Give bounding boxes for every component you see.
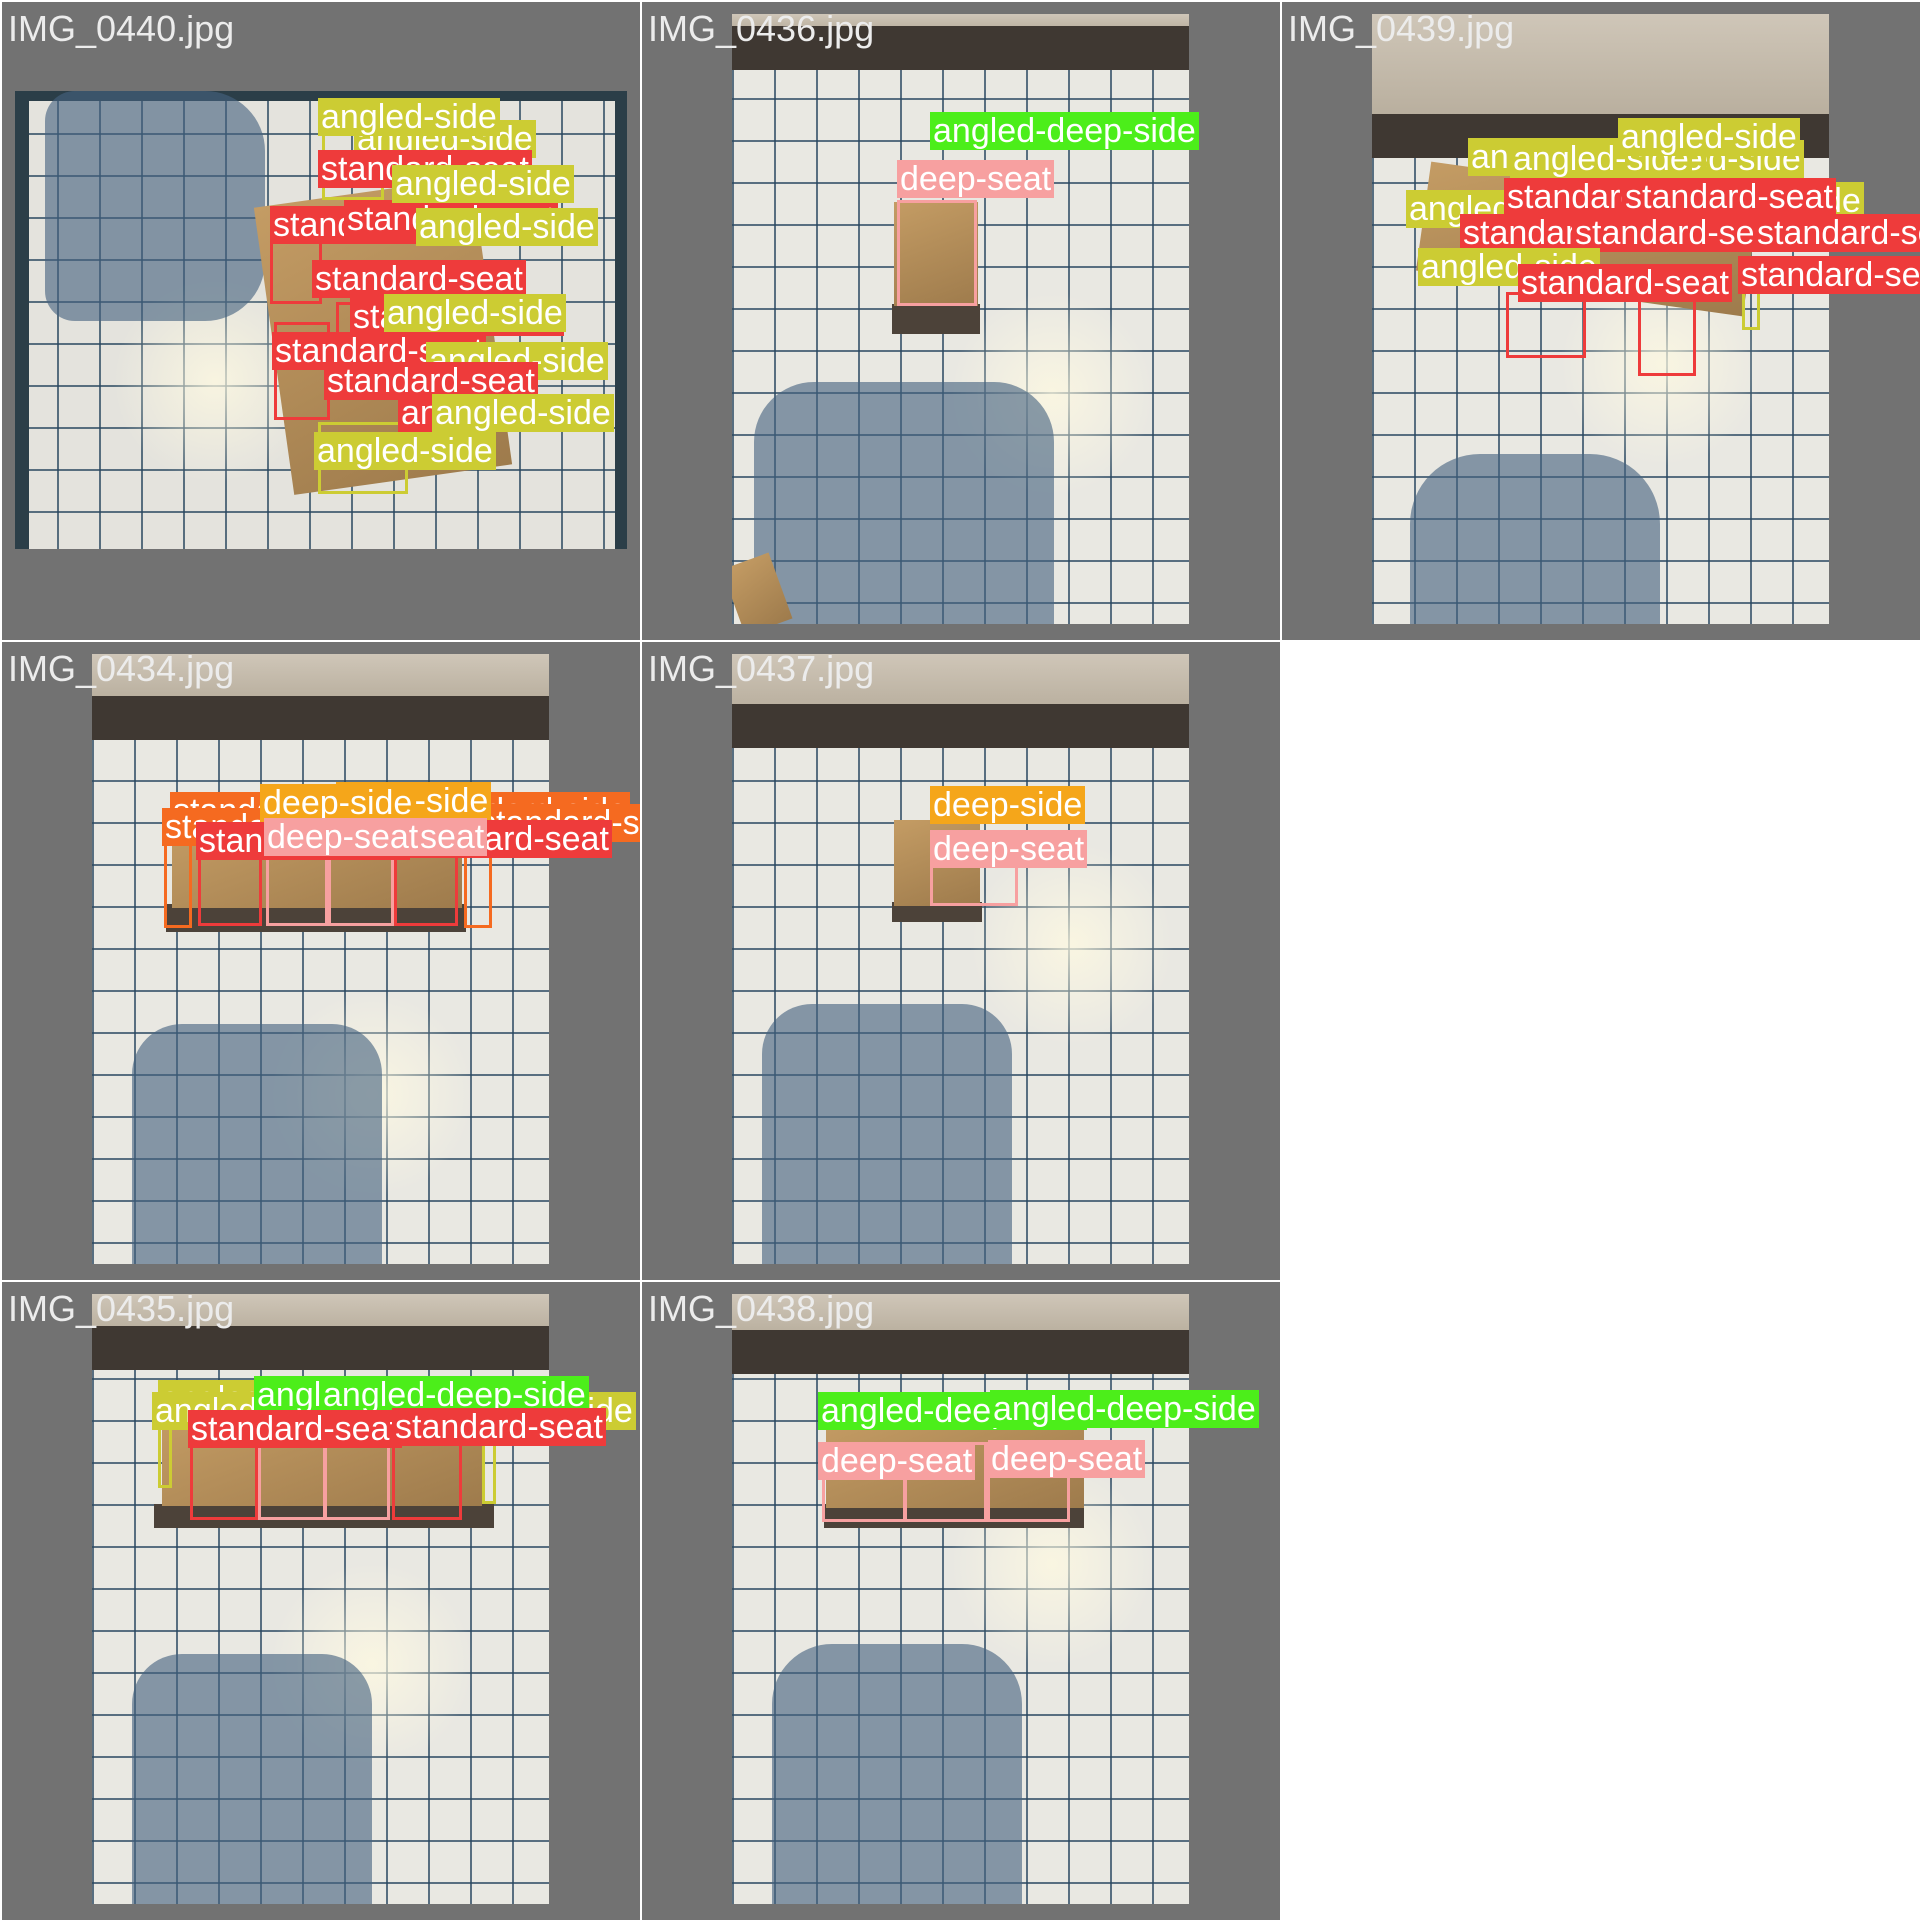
detection-label: angled-side: [314, 432, 496, 470]
image-filename: IMG_0436.jpg: [648, 8, 875, 49]
detection-label: standard-seat: [1518, 264, 1732, 302]
tray-rail: [732, 1330, 1189, 1374]
detection-label: standard-seat: [188, 1410, 402, 1448]
hand-shadow: [132, 1024, 382, 1264]
detection-label: standard-seat: [1622, 178, 1836, 216]
hand-shadow: [754, 382, 1054, 624]
image-tile-0437: deep-side deep-seat IMG_0437.jpg: [642, 642, 1280, 1280]
detection-label: angled-side: [432, 394, 614, 432]
detection-label: deep-seat: [988, 1440, 1146, 1478]
image-tile-0439: angled-side angled-side angled-side angl…: [1282, 2, 1920, 640]
detection-label: angled-side: [384, 294, 566, 332]
hand-shadow: [132, 1654, 372, 1904]
detection-label: deep-seat: [818, 1442, 976, 1480]
detection-label: deep-side: [260, 784, 416, 822]
image-filename: IMG_0437.jpg: [648, 648, 875, 689]
deep-seat-box: [897, 200, 977, 306]
image-tile-0434: standard-side standard-side standard-sid…: [2, 642, 640, 1280]
detection-label: deep-seat: [897, 160, 1055, 198]
photo: [1372, 14, 1829, 624]
hand-shadow: [762, 1004, 1012, 1264]
tray-frame: [615, 91, 627, 549]
image-filename: IMG_0435.jpg: [8, 1288, 235, 1329]
image-tile-0436: angled-deep-side deep-seat IMG_0436.jpg: [642, 2, 1280, 640]
image-filename: IMG_0439.jpg: [1288, 8, 1515, 49]
photo: [732, 14, 1189, 624]
image-filename: IMG_0438.jpg: [648, 1288, 875, 1329]
hand-shadow: [45, 91, 265, 321]
photo: [732, 1294, 1189, 1904]
photo: [92, 654, 549, 1264]
detection-label: angled-side: [392, 165, 574, 203]
image-tile-0438: angled-deep-side angled-deep-side deep-s…: [642, 1282, 1280, 1920]
hand-shadow: [1410, 454, 1660, 624]
standard-seat-box: [1638, 292, 1696, 376]
detection-label: angled-side: [318, 98, 500, 136]
detection-label: angled-deep-side: [930, 112, 1199, 150]
detection-label: standard-seat: [1738, 256, 1920, 294]
tray-rail: [92, 1326, 549, 1370]
image-tile-0435: angled-side angled-side angled-side angl…: [2, 1282, 640, 1920]
detection-label: standard-seat: [1754, 214, 1920, 252]
detection-label: deep-seat: [264, 818, 422, 856]
hand-shadow: [772, 1644, 1022, 1904]
image-filename: IMG_0434.jpg: [8, 648, 235, 689]
tray-rail: [732, 704, 1189, 748]
image-filename: IMG_0440.jpg: [8, 8, 235, 49]
detection-label: standard-seat: [312, 260, 526, 298]
detection-label: angled-side: [416, 208, 598, 246]
tray-rail: [92, 696, 549, 740]
detection-label: deep-seat: [930, 830, 1088, 868]
image-tile-0440: angled-side standard-seat angled-side st…: [2, 2, 640, 640]
photo: [732, 654, 1189, 1264]
detection-label: deep-side: [930, 786, 1086, 824]
wooden-block-base: [892, 304, 980, 334]
tray-frame: [15, 91, 29, 549]
detection-label: angled-side: [1618, 118, 1800, 156]
detection-label: angled-deep-side: [990, 1390, 1259, 1428]
detection-label: standard-seat: [392, 1408, 606, 1446]
